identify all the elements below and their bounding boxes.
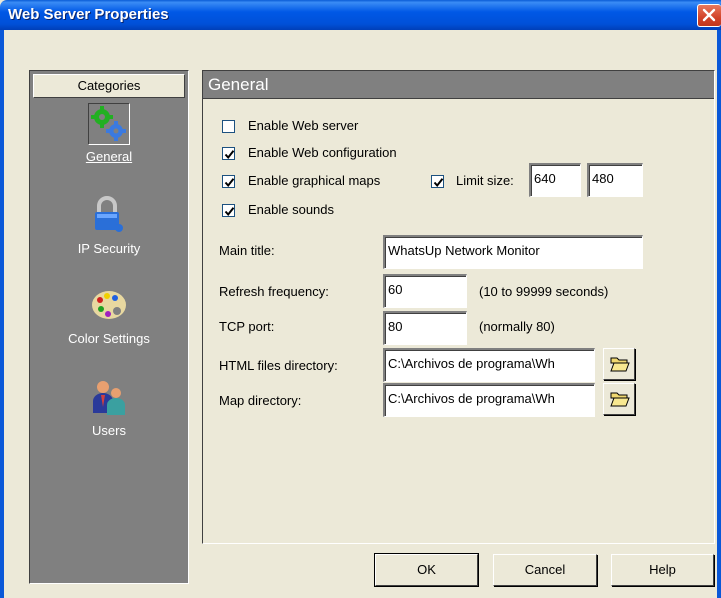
limit-height-input[interactable]: 480 <box>587 163 643 197</box>
category-label: Color Settings <box>68 331 150 346</box>
enable-web-configuration-checkbox[interactable] <box>222 147 235 160</box>
cancel-button[interactable]: Cancel <box>493 554 597 586</box>
refresh-frequency-label: Refresh frequency: <box>219 284 329 299</box>
enable-graphical-maps-checkbox[interactable] <box>222 175 235 188</box>
enable-web-configuration-label: Enable Web configuration <box>248 145 397 160</box>
limit-width-input[interactable]: 640 <box>529 163 581 197</box>
panel-title: General <box>203 71 714 99</box>
enable-web-server-label: Enable Web server <box>248 118 359 133</box>
category-label: Users <box>92 423 126 438</box>
enable-sounds-label: Enable sounds <box>248 202 335 217</box>
category-label: IP Security <box>77 241 141 256</box>
map-directory-browse-button[interactable] <box>603 383 635 415</box>
window-title: Web Server Properties <box>8 6 169 23</box>
category-users[interactable]: Users <box>30 377 188 438</box>
help-button[interactable]: Help <box>611 554 714 586</box>
enable-sounds-checkbox[interactable] <box>222 204 235 217</box>
open-folder-icon <box>610 392 630 407</box>
checkmark-icon <box>224 178 235 188</box>
tcp-port-hint: (normally 80) <box>479 319 555 334</box>
tcp-port-input[interactable]: 80 <box>383 311 467 345</box>
users-icon <box>88 377 130 419</box>
html-directory-browse-button[interactable] <box>603 348 635 380</box>
enable-graphical-maps-label: Enable graphical maps <box>248 173 381 188</box>
limit-size-label: Limit size: <box>456 173 514 188</box>
ok-button[interactable]: OK <box>374 553 479 587</box>
close-icon <box>702 8 716 22</box>
category-ip-security[interactable]: IP Security <box>30 195 188 256</box>
tcp-port-label: TCP port: <box>219 319 275 334</box>
open-folder-icon <box>610 357 630 372</box>
html-files-directory-label: HTML files directory: <box>219 358 338 373</box>
category-color-settings[interactable]: Color Settings <box>30 285 188 346</box>
title-bar[interactable]: Web Server Properties <box>0 0 721 30</box>
palette-icon <box>88 285 130 327</box>
checkmark-icon <box>224 207 235 217</box>
refresh-frequency-input[interactable]: 60 <box>383 274 467 308</box>
refresh-frequency-hint: (10 to 99999 seconds) <box>479 284 609 299</box>
window-frame-left <box>0 30 4 598</box>
padlock-icon <box>88 195 130 237</box>
gears-icon <box>88 103 130 145</box>
map-directory-label: Map directory: <box>219 393 302 408</box>
close-button[interactable] <box>697 4 721 27</box>
category-general[interactable]: General <box>30 103 188 164</box>
checkmark-icon <box>224 150 235 160</box>
window-frame-right <box>717 30 721 598</box>
map-directory-input[interactable]: C:\Archivos de programa\Wh <box>383 383 595 417</box>
html-files-directory-input[interactable]: C:\Archivos de programa\Wh <box>383 348 595 382</box>
categories-header: Categories <box>33 74 185 98</box>
categories-sidebar: Categories General IP Security Color Set… <box>29 70 189 584</box>
category-label: General <box>85 149 133 164</box>
checkmark-icon <box>433 178 444 188</box>
main-title-label: Main title: <box>219 243 275 258</box>
general-panel: General Enable Web server Enable Web con… <box>202 70 715 544</box>
main-title-input[interactable]: WhatsUp Network Monitor <box>383 235 643 269</box>
enable-web-server-checkbox[interactable] <box>222 120 235 133</box>
limit-size-checkbox[interactable] <box>431 175 444 188</box>
